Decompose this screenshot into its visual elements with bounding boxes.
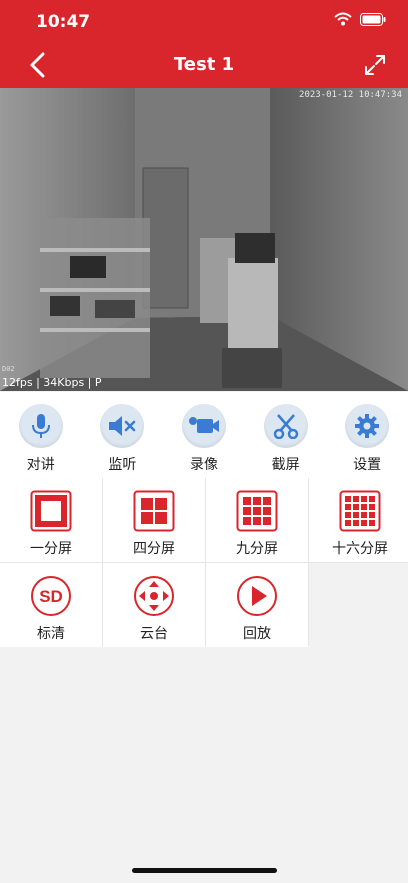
play-icon: [236, 575, 278, 617]
talk-button[interactable]: 对讲: [0, 392, 82, 478]
sixteen-split-button[interactable]: 十六分屏: [309, 478, 408, 562]
battery-icon: [360, 12, 386, 26]
playback-button[interactable]: 回放: [206, 563, 308, 647]
status-icons: [334, 12, 386, 26]
screenshot-label: 截屏: [271, 457, 300, 473]
one-split-label: 一分屏: [30, 541, 72, 557]
sixteen-split-label: 十六分屏: [332, 541, 388, 557]
expand-icon[interactable]: [364, 54, 386, 76]
nine-split-label: 九分屏: [236, 541, 278, 557]
camera-video-feed[interactable]: 2023-01-12 10:47:34 D02 12fps | 34Kbps |…: [0, 88, 408, 391]
video-timestamp: 2023-01-12 10:47:34: [299, 90, 402, 100]
settings-label: 设置: [353, 457, 382, 473]
one-split-button[interactable]: 一分屏: [0, 478, 102, 562]
talk-label: 对讲: [26, 457, 55, 473]
gear-icon: [345, 404, 390, 448]
page-title: Test 1: [173, 54, 235, 75]
speaker-muted-icon: [100, 404, 145, 448]
video-camera-icon: [181, 404, 226, 448]
sd-icon: SD: [30, 575, 72, 617]
sd-quality-button[interactable]: SD 标清: [0, 563, 102, 647]
ptz-icon: [133, 575, 175, 617]
listen-label: 监听: [108, 457, 137, 473]
top-bar: 10:47 Test 1: [0, 0, 408, 88]
four-split-button[interactable]: 四分屏: [103, 478, 205, 562]
one-split-icon: [30, 490, 72, 532]
ptz-label: 云台: [140, 626, 168, 642]
sixteen-split-icon: [339, 490, 381, 532]
home-indicator[interactable]: [132, 868, 277, 873]
video-channel-label: D02: [2, 365, 15, 373]
settings-button[interactable]: 设置: [326, 392, 408, 478]
wifi-icon: [334, 12, 352, 26]
screenshot-button[interactable]: 截屏: [245, 392, 327, 478]
four-split-icon: [133, 490, 175, 532]
status-time: 10:47: [36, 12, 91, 32]
nine-split-button[interactable]: 九分屏: [206, 478, 308, 562]
record-button[interactable]: 录像: [163, 392, 245, 478]
four-split-label: 四分屏: [133, 541, 175, 557]
control-toolbar: 对讲 监听 录像 截屏 设置: [0, 392, 408, 478]
function-grid: 一分屏 四分屏 九分屏 十六分屏 SD 标清 云台 回放: [0, 478, 408, 647]
microphone-icon: [18, 404, 63, 448]
video-stream-stats: 12fps | 34Kbps | P: [2, 376, 102, 389]
svg-text:SD: SD: [39, 587, 63, 606]
ptz-button[interactable]: 云台: [103, 563, 205, 647]
nine-split-icon: [236, 490, 278, 532]
scissors-icon: [263, 404, 308, 448]
listen-button[interactable]: 监听: [82, 392, 164, 478]
sd-quality-label: 标清: [37, 626, 65, 642]
camera-scene: [0, 88, 408, 391]
empty-cell: [309, 563, 408, 647]
playback-label: 回放: [243, 626, 271, 642]
record-label: 录像: [189, 457, 218, 473]
